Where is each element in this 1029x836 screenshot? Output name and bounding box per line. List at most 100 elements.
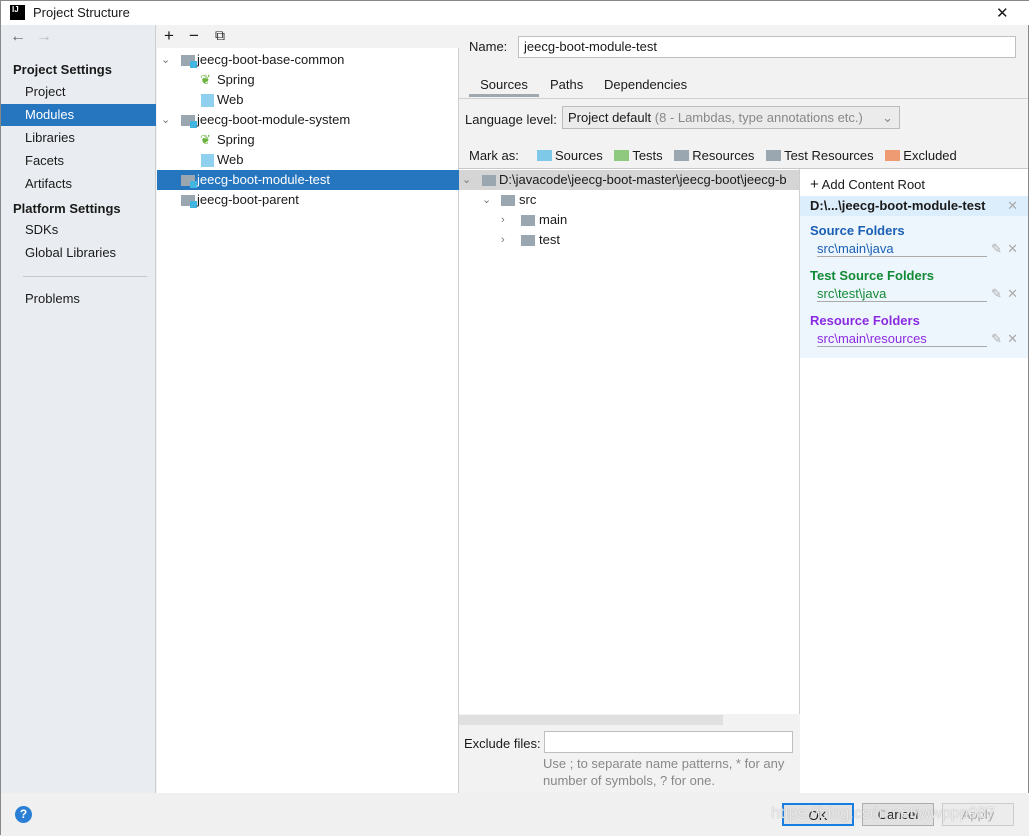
copy-icon[interactable]: ⧉ <box>215 27 225 44</box>
module-icon <box>181 115 197 128</box>
tree-row-src[interactable]: ⌄ src <box>459 190 761 210</box>
title-bar: IJ Project Structure ✕ <box>1 1 1029 25</box>
sidebar-item-modules[interactable]: Modules <box>1 104 156 126</box>
spring-icon: ❦ <box>200 132 211 147</box>
chevron-down-icon: ⌄ <box>882 110 893 125</box>
sidebar-item-global-libraries[interactable]: Global Libraries <box>1 242 156 264</box>
section-project-settings: Project Settings <box>13 62 112 77</box>
test-resources-folder-icon <box>766 150 782 161</box>
remove-icon[interactable]: ✕ <box>1007 331 1018 347</box>
module-row[interactable]: ⌄ jeecg-boot-base-common <box>157 50 459 70</box>
tab-paths[interactable]: Paths <box>550 75 583 97</box>
mark-resources-button[interactable]: Resources <box>674 148 754 163</box>
tab-dependencies[interactable]: Dependencies <box>604 75 687 97</box>
module-row[interactable]: jeecg-boot-parent <box>157 190 459 210</box>
tests-folder-icon <box>614 150 630 161</box>
language-level-select[interactable]: Project default (8 - Lambdas, type annot… <box>562 106 900 129</box>
app-icon: IJ <box>10 5 25 20</box>
sidebar-item-sdks[interactable]: SDKs <box>1 219 156 241</box>
content-root-path: D:\...\jeecg-boot-module-test <box>810 198 986 213</box>
add-content-root-button[interactable]: + Add Content Root <box>810 176 925 193</box>
folder-icon <box>521 235 535 246</box>
language-level-label: Language level: <box>465 112 557 127</box>
name-label: Name: <box>469 39 508 54</box>
mark-tests-button[interactable]: Tests <box>614 148 663 163</box>
content-root-box: D:\...\jeecg-boot-module-test ✕ Source F… <box>800 196 1028 358</box>
content-root-panel: + Add Content Root D:\...\jeecg-boot-mod… <box>800 169 1028 793</box>
mark-as-buttons: Sources Tests Resources Test Resources E… <box>537 148 957 163</box>
resources-folder-icon <box>674 150 690 161</box>
watermark: https://blog.csdn.net/wwppp987 <box>771 805 996 822</box>
add-icon[interactable]: + <box>164 26 174 46</box>
resource-folders-title: Resource Folders <box>810 313 920 328</box>
content-root-row[interactable]: ⌄ D:\javacode\jeecg-boot-master\jeecg-boo… <box>459 170 799 190</box>
module-label: jeecg-boot-base-common <box>197 52 345 67</box>
modules-panel: + − ⧉ ⌄ jeecg-boot-base-common ❦ Spring We… <box>157 25 459 793</box>
remove-icon[interactable]: − <box>189 26 199 46</box>
module-details: Name: jeecg-boot-module-test Sources Pat… <box>459 25 1028 793</box>
mark-excluded-button[interactable]: Excluded <box>885 148 957 163</box>
test-folders-title: Test Source Folders <box>810 268 935 283</box>
source-folders-title: Source Folders <box>810 223 905 238</box>
remove-root-icon[interactable]: ✕ <box>1007 198 1018 214</box>
resource-folder-path: src\main\resources <box>817 332 987 347</box>
web-icon <box>201 154 214 167</box>
mark-sources-button[interactable]: Sources <box>537 148 603 163</box>
spring-icon: ❦ <box>200 72 211 87</box>
mark-as-label: Mark as: <box>469 148 519 163</box>
source-folder-path: src\main\java <box>817 242 987 257</box>
facet-row[interactable]: Web <box>157 90 459 110</box>
mark-test-resources-button[interactable]: Test Resources <box>766 148 874 163</box>
facet-label: Web <box>217 92 244 107</box>
module-label: jeecg-boot-module-test <box>197 172 330 187</box>
facet-row[interactable]: ❦ Spring <box>157 70 459 90</box>
tab-sources[interactable]: Sources <box>469 75 539 97</box>
sidebar-item-artifacts[interactable]: Artifacts <box>1 173 156 195</box>
facet-label: Spring <box>217 72 255 87</box>
facet-label: Web <box>217 152 244 167</box>
exclude-hint-line2: number of symbols, ? for one. <box>543 773 715 788</box>
remove-icon[interactable]: ✕ <box>1007 286 1018 302</box>
exclude-hint-line1: Use ; to separate name patterns, * for a… <box>543 756 785 771</box>
facet-label: Spring <box>217 132 255 147</box>
module-icon <box>181 195 197 208</box>
edit-icon[interactable]: ✎ <box>991 286 1002 302</box>
sidebar-item-project[interactable]: Project <box>1 81 156 103</box>
tree-row-main[interactable]: › main <box>459 210 761 230</box>
content-root-label: D:\javacode\jeecg-boot-master\jeecg-boot… <box>499 172 787 187</box>
tree-row-test[interactable]: › test <box>459 230 761 250</box>
module-row[interactable]: ⌄ jeecg-boot-module-system <box>157 110 459 130</box>
edit-icon[interactable]: ✎ <box>991 331 1002 347</box>
module-label: jeecg-boot-parent <box>197 192 299 207</box>
facet-row[interactable]: Web <box>157 150 459 170</box>
edit-icon[interactable]: ✎ <box>991 241 1002 257</box>
close-icon[interactable]: ✕ <box>996 4 1009 22</box>
divider <box>459 98 1028 99</box>
window-title: Project Structure <box>33 5 130 20</box>
language-value: Project default <box>568 110 652 125</box>
facet-row[interactable]: ❦ Spring <box>157 130 459 150</box>
content-tree: ⌄ D:\javacode\jeecg-boot-master\jeecg-boo… <box>459 169 800 725</box>
sidebar-item-problems[interactable]: Problems <box>1 288 156 310</box>
remove-icon[interactable]: ✕ <box>1007 241 1018 257</box>
help-icon[interactable]: ? <box>15 806 32 823</box>
module-label: jeecg-boot-module-system <box>197 112 351 127</box>
module-icon <box>181 55 197 68</box>
sidebar: ← → Project Settings Project Modules Lib… <box>1 25 156 793</box>
horizontal-scrollbar[interactable] <box>459 715 723 725</box>
name-input[interactable]: jeecg-boot-module-test <box>518 36 1016 58</box>
sources-folder-icon <box>537 150 552 161</box>
module-row-selected[interactable]: jeecg-boot-module-test <box>157 170 459 190</box>
back-icon[interactable]: ← <box>10 28 26 46</box>
exclude-files-input[interactable] <box>544 731 793 753</box>
dialog-footer: ? OK Cancel Apply https://blog.csdn.net/… <box>1 793 1029 836</box>
folder-icon <box>501 195 515 206</box>
forward-icon[interactable]: → <box>36 28 52 46</box>
folder-icon <box>482 175 496 186</box>
module-icon <box>181 175 197 188</box>
test-folder-path: src\test\java <box>817 287 987 302</box>
modules-toolbar: + − ⧉ <box>157 25 459 48</box>
sidebar-item-libraries[interactable]: Libraries <box>1 127 156 149</box>
language-hint: (8 - Lambdas, type annotations etc.) <box>654 110 863 125</box>
sidebar-item-facets[interactable]: Facets <box>1 150 156 172</box>
